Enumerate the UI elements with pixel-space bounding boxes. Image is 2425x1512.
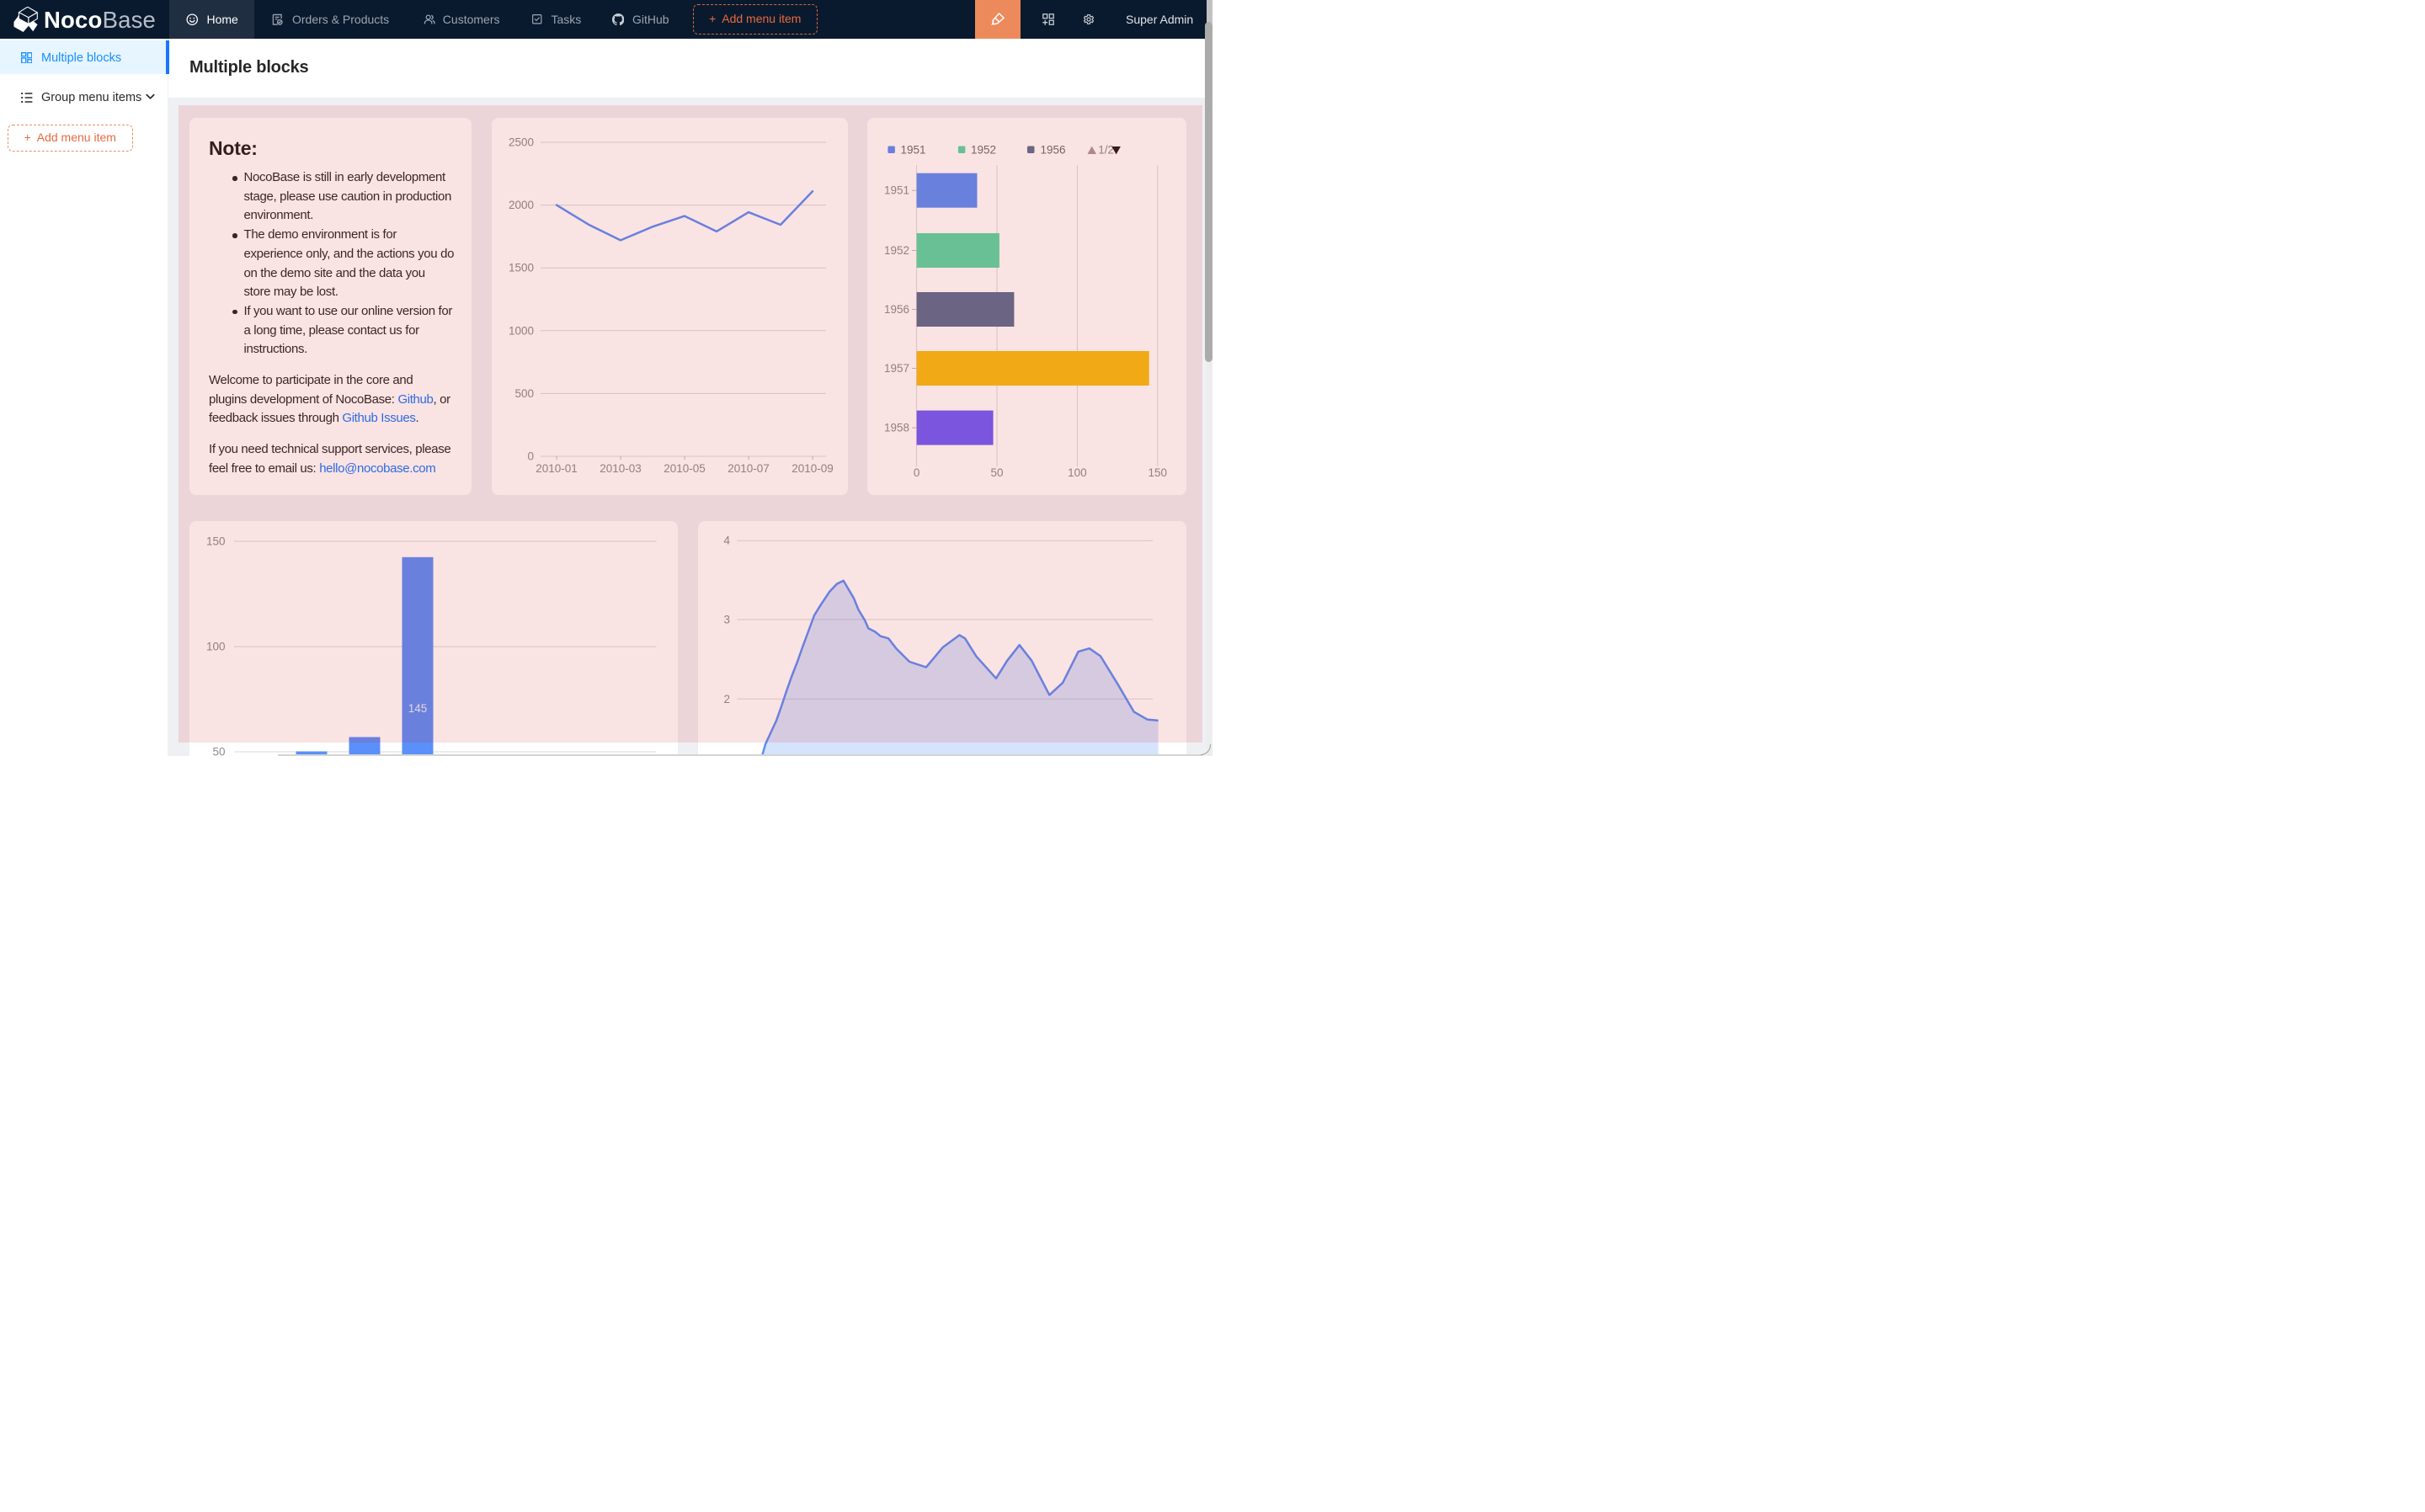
svg-text:100: 100 <box>206 641 226 653</box>
svg-text:500: 500 <box>514 387 534 400</box>
svg-text:1957: 1957 <box>883 362 909 375</box>
svg-text:0: 0 <box>913 466 919 479</box>
svg-text:2010-05: 2010-05 <box>664 462 706 475</box>
svg-text:1956: 1956 <box>1040 144 1065 157</box>
svg-text:150: 150 <box>206 535 226 548</box>
svg-text:2010-01: 2010-01 <box>536 462 578 475</box>
svg-text:2: 2 <box>723 693 730 705</box>
svg-text:3: 3 <box>723 613 730 626</box>
svg-text:50: 50 <box>990 466 1003 479</box>
svg-text:1952: 1952 <box>883 244 909 257</box>
svg-text:2500: 2500 <box>509 136 534 149</box>
svg-text:2010-09: 2010-09 <box>791 462 834 475</box>
svg-text:150: 150 <box>1148 466 1167 479</box>
svg-text:1952: 1952 <box>971 144 996 157</box>
svg-text:100: 100 <box>1068 466 1087 479</box>
svg-text:2010-07: 2010-07 <box>728 462 770 475</box>
svg-text:1951: 1951 <box>900 144 925 157</box>
svg-text:1/2: 1/2 <box>1098 144 1114 157</box>
svg-text:1958: 1958 <box>883 422 909 434</box>
svg-text:0: 0 <box>527 450 534 463</box>
svg-text:4: 4 <box>723 535 730 547</box>
svg-text:1956: 1956 <box>883 303 909 316</box>
svg-text:1500: 1500 <box>509 262 534 274</box>
svg-text:2000: 2000 <box>509 199 534 211</box>
svg-text:2010-03: 2010-03 <box>600 462 642 475</box>
svg-text:1951: 1951 <box>883 184 909 197</box>
svg-text:145: 145 <box>408 702 428 715</box>
svg-text:1000: 1000 <box>509 324 534 337</box>
svg-text:50: 50 <box>212 746 225 757</box>
